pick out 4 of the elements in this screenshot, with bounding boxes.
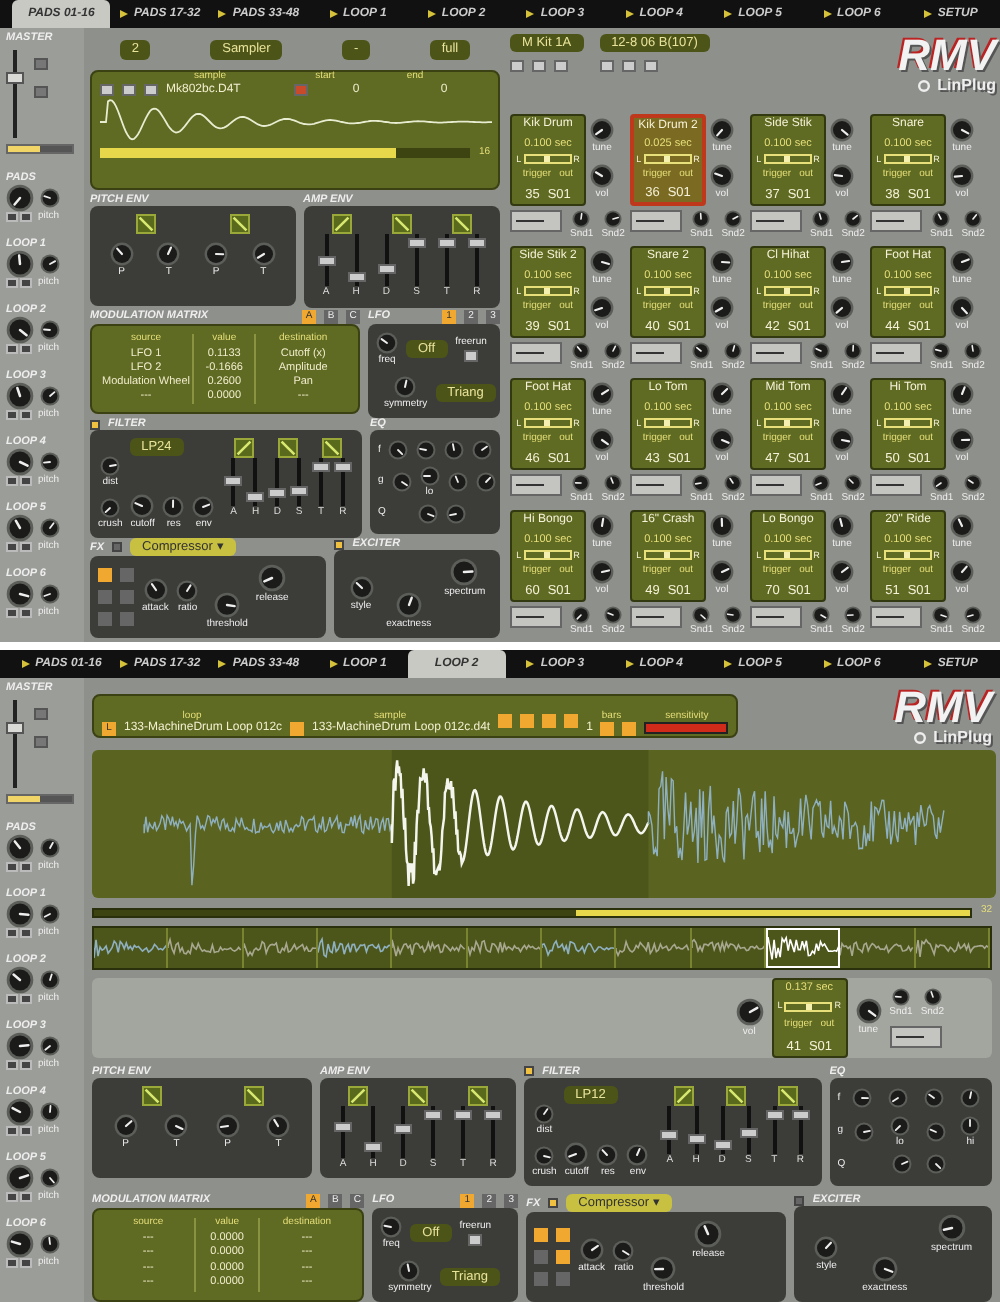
- brand-name: LinPlug: [937, 78, 996, 96]
- logo-text: RMV: [898, 34, 996, 78]
- brand-name: LinPlug: [933, 730, 992, 748]
- logo-text: RMV: [894, 686, 992, 730]
